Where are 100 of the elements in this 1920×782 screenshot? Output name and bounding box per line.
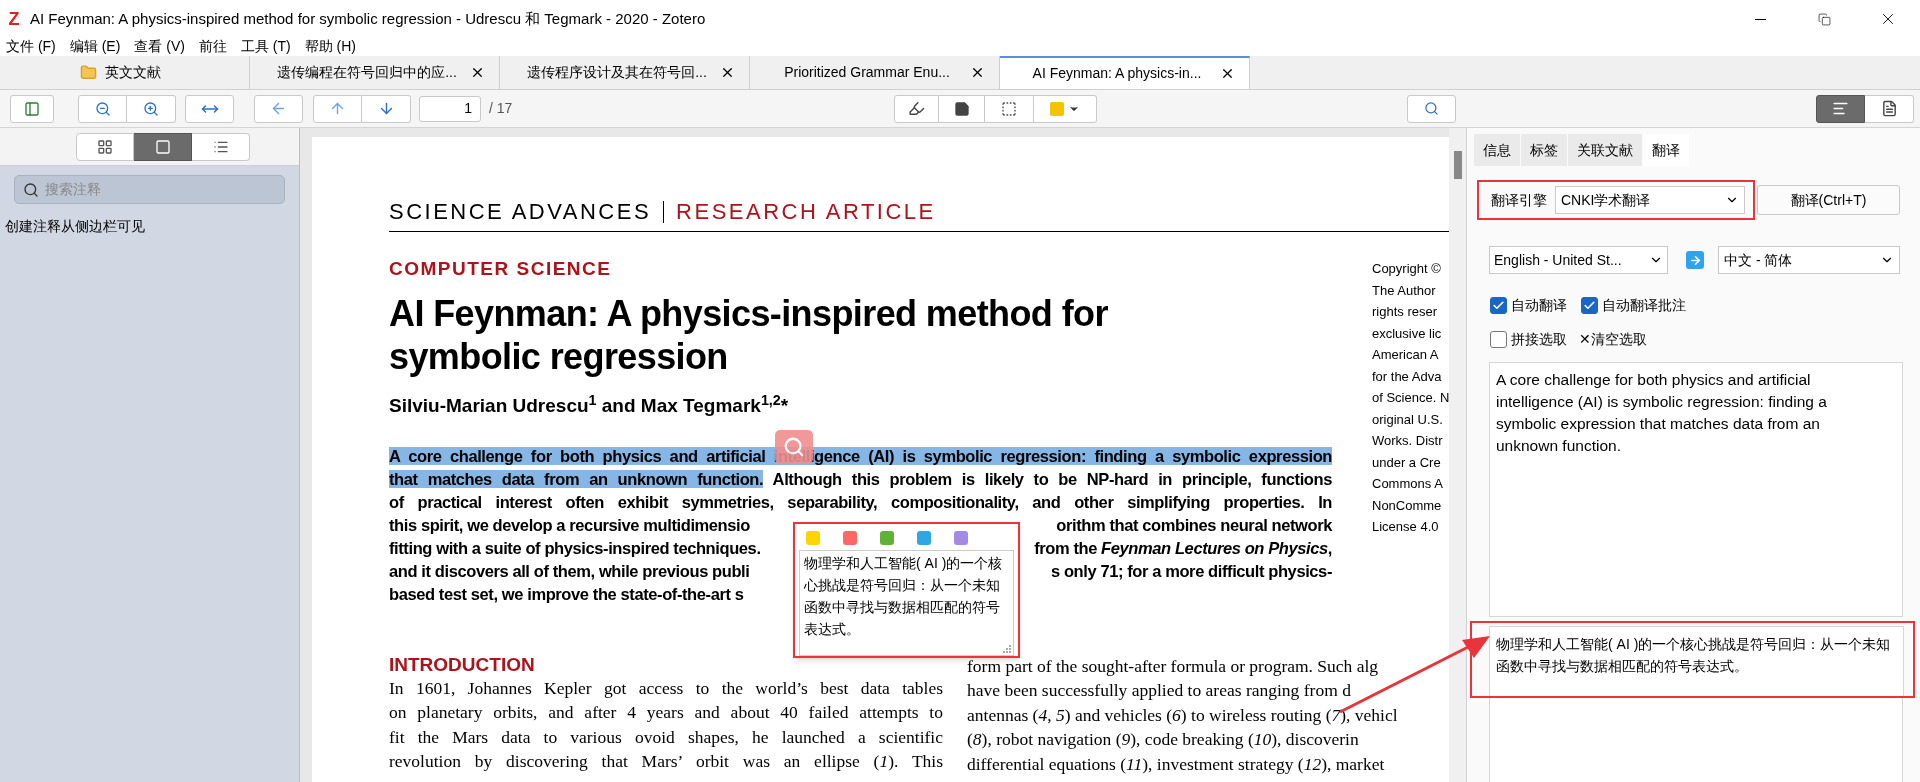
document-tab[interactable]: AI Feynman: A physics-in... [1000,56,1250,89]
color-option[interactable] [917,531,931,545]
engine-select[interactable]: CNKI学术翻译 [1555,186,1745,214]
source-text-field[interactable]: A core challenge for both physics and artificial intelligence (AI) is symbolic regression: finding a symbolic expression that matches data from an unknown function. [1489,362,1903,617]
close-tab-icon[interactable] [470,65,485,80]
body-text: have been successfully applied to areas ranging from d [967,679,1352,702]
copyright-text: Copyright © [1372,260,1442,278]
menu-item[interactable]: 前往 [198,38,227,54]
search-icon [23,181,39,198]
color-option[interactable] [806,531,820,545]
zoom-out-icon [94,100,111,117]
target-language-select[interactable]: 中文 - 简体 [1718,246,1900,274]
search-field[interactable]: 搜索注释 [14,175,285,204]
tab-label: AI Feynman: A physics-in... [1031,64,1203,83]
checkbox[interactable] [1490,331,1507,348]
search-input[interactable]: 搜索注释 [45,179,276,200]
note-button[interactable] [939,94,985,123]
lines-icon [1832,100,1849,117]
result-text-field[interactable]: 物理学和人工智能( AI )的一个核心挑战是符号回归：从一个未知函数中寻找与数据相匹配的符号表达式。 [1489,626,1904,696]
tab-label: 遗传程序设计及其在符号回... [526,63,708,82]
document-icon [1880,100,1898,117]
zoom-in-icon [143,100,159,117]
window-title: AI Feynman: A physics-inspired method for symbolic regression - Udrescu 和 Tegmark - 2020 - Zotero [30,8,706,29]
engine-label: 翻译引擎 [1491,190,1547,210]
zoom-out-button[interactable] [78,94,127,123]
abstract-text: and it discovers all of them, while previous publi [389,560,751,582]
source-language-select[interactable]: English - United St... [1489,246,1668,274]
pane-tab[interactable]: 标签 [1521,134,1567,166]
checkbox[interactable] [1581,297,1598,314]
copyright-text: American A [1372,346,1440,364]
restore-icon [1817,12,1831,26]
tab-label: Prioritized Grammar Enu... [783,63,951,82]
search-button[interactable] [1407,94,1456,123]
pane-tab[interactable]: 翻译 [1643,134,1689,166]
notes-pane-button[interactable] [1865,94,1914,123]
close-tab-icon[interactable] [720,65,735,80]
highlighter-icon [908,100,925,117]
app-logo: Z [7,10,21,28]
abstract-text: this spirit, we develop a recursive multidimensio [389,514,751,536]
arrow-up-icon [329,100,346,117]
section-heading: INTRODUCTION [389,653,535,676]
back-button[interactable] [254,94,303,123]
check-icon [1492,299,1505,312]
page-count: / 17 [489,99,513,118]
abstract-text: from the Feynman Lectures on Physics, [1034,537,1332,559]
clear-selection-link[interactable]: ✕清空选取 [1579,329,1647,350]
empty-annotations-text: 创建注释从侧边栏可见 [4,217,146,236]
note-icon [953,100,970,117]
checkbox-label: 自动翻译 [1511,296,1567,315]
tab-label: 遗传编程在符号回归中的应... [276,63,458,82]
body-text: differential equations (11), investment strategy (12), market [967,752,1386,776]
menu-item[interactable]: 帮助 (H) [304,38,356,54]
copyright-text: The Author [1372,281,1437,300]
square-icon [154,138,171,155]
arrow-right-icon [1686,251,1704,269]
close-tab-icon[interactable] [970,65,985,80]
body-text: In 1601, Johannes Kepler got access to the world’s best data tables [389,676,943,700]
context-pane-button[interactable] [1816,94,1865,123]
copyright-text: License 4.0 [1372,518,1440,536]
dashed-square-icon [1001,100,1017,117]
tab-label: 英文文献 [105,63,161,82]
color-swatch-icon [1050,101,1064,116]
view-mode-button[interactable] [134,132,192,161]
article-authors: Silviu-Marian Udrescu$^{1}$ and Max Tegmark$^{1,2}$* [389,392,789,418]
folder-icon [80,64,97,81]
journal-name: SCIENCE ADVANCES [389,201,652,223]
menu-item[interactable]: 编辑 (E) [69,38,121,54]
translate-button[interactable]: 翻译(Ctrl+T) [1757,185,1900,215]
highlight-button[interactable] [894,94,939,123]
toggle-sidebar-button[interactable] [10,94,54,123]
page-number-field[interactable]: 1 [419,95,481,122]
body-text: (8), robot navigation (9), code breaking (10), discoverin [967,728,1360,751]
zoom-in-button[interactable] [127,94,176,123]
copyright-text: for the Adva [1372,367,1443,386]
minimize-icon [1754,18,1766,20]
checkbox[interactable] [1490,297,1507,314]
menu-item[interactable]: 文件 (F) [6,38,56,54]
abstract-text: s only 71; for a more difficult physics- [1050,560,1332,582]
article-type: RESEARCH ARTICLE [676,201,936,223]
fit-width-button[interactable] [185,94,234,123]
search-icon [1424,101,1439,116]
copyright-text: original U.S. [1372,410,1444,429]
color-picker-button[interactable] [1034,94,1097,123]
next-page-button[interactable] [362,94,411,123]
pane-tab[interactable]: 信息 [1474,134,1520,166]
popup-translation: 物理学和人工智能( AI )的一个核心挑战是符号回归：从一个未知函数中寻找与数据相匹配的符号表达式。 [803,554,1004,639]
menu-item[interactable]: 查看 (V) [134,38,185,54]
color-option[interactable] [843,531,857,545]
sidebar-icon [24,100,40,117]
color-option[interactable] [954,531,968,545]
close-tab-icon[interactable] [1220,66,1235,81]
pane-tab[interactable]: 关联文献 [1568,134,1642,166]
color-option[interactable] [880,531,894,545]
abstract-text: of practical interest often exhibit symmetries, separability, compositionality, and other simplifying properties. In [389,491,1332,513]
abstract-text: orithm that combines neural network [1056,514,1332,536]
previous-page-button[interactable] [313,94,362,123]
copyright-text: NonComme [1372,496,1443,515]
scrollbar[interactable] [1449,128,1466,782]
thumbnails-icon [97,138,113,155]
menu-item[interactable]: 工具 (T) [240,38,291,54]
